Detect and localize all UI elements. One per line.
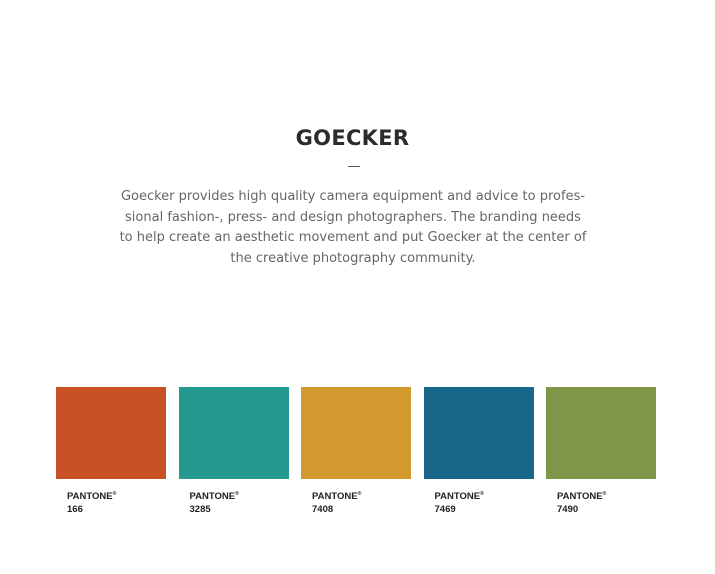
registered-mark: ® [235, 491, 239, 497]
page-title: GOECKER [295, 126, 410, 150]
color-swatch: PANTONE® 7469 [423, 387, 534, 516]
pantone-brand: PANTONE [189, 491, 236, 503]
description-line: to help create an aesthetic movement and… [119, 230, 587, 245]
swatch-label: PANTONE® 7490 [557, 488, 656, 516]
swatch-color-block [178, 387, 289, 479]
pantone-code: 166 [67, 504, 83, 516]
pantone-brand: PANTONE [434, 491, 481, 503]
registered-mark: ® [602, 491, 607, 497]
pantone-code: 3285 [189, 504, 211, 516]
pantone-brand: PANTONE [312, 491, 358, 503]
swatch-color-block [423, 387, 534, 479]
pantone-code: 7469 [434, 504, 456, 516]
brand-description: Goecker provides high quality camera equ… [118, 187, 588, 269]
pantone-brand: PANTONE [557, 491, 603, 503]
swatch-label: PANTONE® 166 [67, 488, 166, 516]
swatch-color-block [56, 387, 166, 479]
swatch-label: PANTONE® 7408 [312, 488, 411, 516]
registered-mark: ® [112, 491, 117, 497]
pantone-code: 7490 [557, 504, 579, 516]
color-swatch: PANTONE® 166 [56, 387, 166, 516]
description-line: sional fashion-, press- and design photo… [125, 209, 581, 225]
registered-mark: ® [357, 491, 362, 497]
pantone-brand: PANTONE [67, 491, 113, 503]
swatch-label: PANTONE® 7469 [435, 488, 534, 516]
swatch-color-block [301, 387, 411, 479]
color-swatch: PANTONE® 7490 [546, 387, 656, 516]
color-palette: PANTONE® 166 PANTONE® 3285 PANTONE® 7408… [56, 387, 656, 517]
swatch-label: PANTONE® 3285 [190, 488, 289, 516]
registered-mark: ® [480, 491, 484, 497]
swatch-color-block [546, 387, 656, 479]
description-line: the creative photography community. [230, 250, 476, 266]
color-swatch: PANTONE® 7408 [301, 387, 411, 516]
description-line: Goecker provides high quality camera equ… [120, 189, 586, 204]
color-swatch: PANTONE® 3285 [178, 387, 289, 516]
pantone-code: 7408 [312, 504, 334, 516]
title-divider [348, 166, 360, 167]
